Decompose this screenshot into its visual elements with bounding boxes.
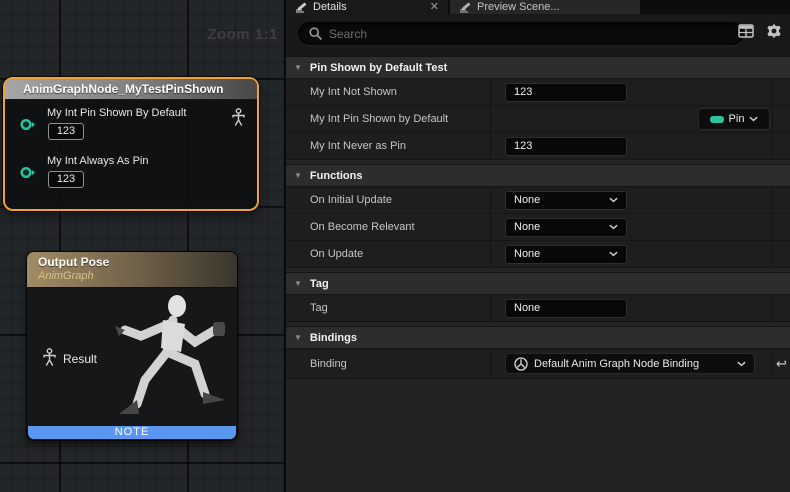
close-tab-icon[interactable]: ✕ bbox=[430, 2, 439, 13]
tag-input[interactable] bbox=[505, 299, 627, 318]
collapse-arrow-icon[interactable]: ▼ bbox=[294, 280, 302, 288]
details-rows: ▼ Pin Shown by Default Test My Int Not S… bbox=[286, 56, 790, 492]
pin-mode-dropdown[interactable]: Pin bbox=[698, 108, 770, 130]
row-binding: Binding Default Anim Graph Node Binding bbox=[286, 349, 790, 379]
node-title: AnimGraphNode_MyTestPinShown bbox=[23, 82, 223, 96]
collapse-arrow-icon[interactable]: ▼ bbox=[294, 64, 302, 72]
anim-graph-node[interactable]: AnimGraphNode_MyTestPinShown My Int Pin … bbox=[3, 77, 259, 211]
pin-label: My Int Pin Shown By Default bbox=[47, 107, 186, 119]
exec-pin-icon[interactable] bbox=[20, 118, 36, 131]
settings-gear-icon[interactable] bbox=[764, 21, 784, 41]
pin-pill-icon bbox=[710, 116, 724, 123]
tab-label: Details bbox=[313, 1, 347, 13]
property-label: On Update bbox=[310, 248, 363, 260]
pin-value-box[interactable]: 123 bbox=[48, 123, 84, 140]
row-my-int-never-as-pin: My Int Never as Pin bbox=[286, 133, 790, 160]
tab-preview-scene[interactable]: Preview Scene... bbox=[450, 0, 640, 14]
tab-label: Preview Scene... bbox=[477, 1, 560, 13]
property-label: On Initial Update bbox=[310, 194, 392, 206]
binding-dropdown[interactable]: Default Anim Graph Node Binding bbox=[505, 353, 755, 374]
on-update-dropdown[interactable]: None bbox=[505, 245, 627, 264]
search-icon bbox=[309, 27, 322, 40]
panel-tabbar: Details ✕ Preview Scene... bbox=[286, 0, 790, 14]
property-label: My Int Pin Shown by Default bbox=[310, 113, 448, 125]
collapse-arrow-icon[interactable]: ▼ bbox=[294, 172, 302, 180]
property-label: Tag bbox=[310, 302, 328, 314]
reset-to-default-icon[interactable]: ↩ bbox=[776, 357, 787, 370]
animgraph-canvas[interactable]: Zoom 1:1 AnimGraphNode_MyTestPinShown My… bbox=[0, 0, 284, 492]
chevron-down-icon bbox=[609, 251, 618, 257]
row-my-int-pin-shown-by-default: My Int Pin Shown by Default Pin bbox=[286, 106, 790, 133]
display-filter-icon[interactable] bbox=[736, 21, 756, 41]
property-label: My Int Not Shown bbox=[310, 86, 397, 98]
unreal-editor-window: Zoom 1:1 AnimGraphNode_MyTestPinShown My… bbox=[0, 0, 790, 492]
property-label: On Become Relevant bbox=[310, 221, 415, 233]
preview-scene-tab-icon bbox=[459, 2, 471, 13]
details-panel: Details ✕ Preview Scene... bbox=[284, 0, 790, 492]
row-my-int-not-shown: My Int Not Shown bbox=[286, 79, 790, 106]
note-bar[interactable]: NOTE bbox=[28, 426, 236, 439]
search-input[interactable] bbox=[329, 27, 733, 41]
binding-icon bbox=[514, 357, 528, 371]
section-functions[interactable]: ▼ Functions bbox=[286, 164, 790, 187]
row-on-initial-update: On Initial Update None bbox=[286, 187, 790, 214]
exec-pin-icon[interactable] bbox=[20, 166, 36, 179]
section-tag[interactable]: ▼ Tag bbox=[286, 272, 790, 295]
my-int-not-shown-input[interactable] bbox=[505, 83, 627, 102]
zoom-level-indicator: Zoom 1:1 bbox=[207, 26, 278, 43]
pin-value-box[interactable]: 123 bbox=[48, 171, 84, 188]
pose-watch-icon[interactable] bbox=[231, 108, 246, 126]
details-toolbar bbox=[286, 14, 790, 56]
output-node-title: Output Pose bbox=[38, 255, 237, 269]
chevron-down-icon bbox=[749, 116, 758, 122]
on-become-relevant-dropdown[interactable]: None bbox=[505, 218, 627, 237]
row-tag: Tag bbox=[286, 295, 790, 322]
row-on-become-relevant: On Become Relevant None bbox=[286, 214, 790, 241]
chevron-down-icon bbox=[609, 224, 618, 230]
tab-details[interactable]: Details ✕ bbox=[286, 0, 448, 14]
section-pin-shown-by-default-test[interactable]: ▼ Pin Shown by Default Test bbox=[286, 56, 790, 79]
pose-pin-icon[interactable] bbox=[42, 348, 57, 366]
search-box[interactable] bbox=[298, 22, 744, 45]
mannequin-image bbox=[111, 288, 239, 426]
collapse-arrow-icon[interactable]: ▼ bbox=[294, 334, 302, 342]
result-pin-label: Result bbox=[63, 352, 97, 366]
output-pose-node[interactable]: Output Pose AnimGraph bbox=[26, 251, 238, 441]
chevron-down-icon bbox=[609, 197, 618, 203]
section-bindings[interactable]: ▼ Bindings bbox=[286, 326, 790, 349]
property-label: My Int Never as Pin bbox=[310, 140, 406, 152]
node-header[interactable]: AnimGraphNode_MyTestPinShown bbox=[5, 79, 257, 100]
chevron-down-icon bbox=[737, 361, 746, 367]
my-int-never-as-pin-input[interactable] bbox=[505, 137, 627, 156]
details-empty-area bbox=[286, 379, 790, 492]
pin-label: My Int Always As Pin bbox=[47, 155, 148, 167]
row-on-update: On Update None bbox=[286, 241, 790, 268]
details-tab-icon bbox=[295, 2, 307, 13]
output-node-subtitle: AnimGraph bbox=[38, 270, 237, 282]
property-label: Binding bbox=[310, 358, 347, 370]
on-initial-update-dropdown[interactable]: None bbox=[505, 191, 627, 210]
output-node-header[interactable]: Output Pose AnimGraph bbox=[27, 252, 237, 288]
